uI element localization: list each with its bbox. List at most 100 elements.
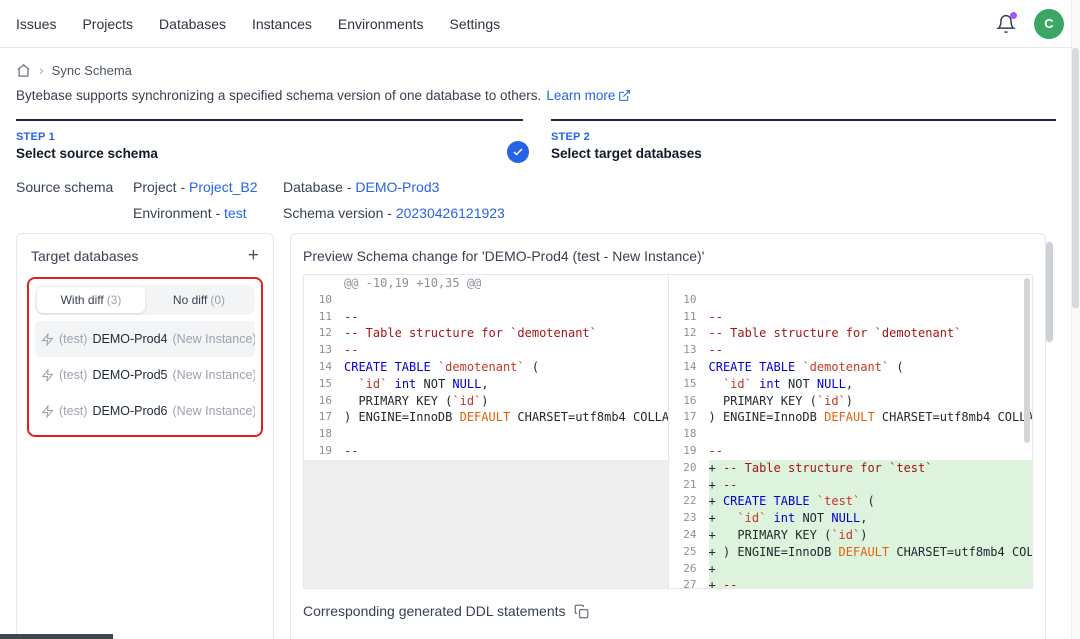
tab-no-diff[interactable]: No diff(0) [145, 287, 253, 313]
instance-icon [41, 369, 54, 382]
code-content: + `id` int NOT NULL, [709, 510, 1033, 527]
source-schema-label: Source schema [16, 179, 133, 221]
target-database-item[interactable]: (test)DEMO-Prod4(New Instance) [35, 321, 255, 357]
code-content: + -- [709, 477, 1033, 494]
code-content: -- Table structure for `demotenant` [709, 325, 1033, 342]
panel-vertical-scrollbar[interactable] [1046, 242, 1053, 342]
code-content: + CREATE TABLE `test` ( [709, 493, 1033, 510]
diff-line: 19-- [669, 443, 1033, 460]
project-link[interactable]: Project_B2 [189, 179, 257, 195]
schema-version-link[interactable]: 20230426121923 [396, 205, 505, 221]
step-2-label: STEP 2 [551, 131, 1056, 143]
stepper: STEP 1 Select source schema STEP 2 Selec… [16, 119, 1056, 161]
schema-version-key: Schema version - [283, 205, 392, 221]
step-1-title: Select source schema [16, 146, 523, 161]
instance-icon [41, 333, 54, 346]
line-number: 12 [669, 325, 709, 342]
code-content: + ) ENGINE=InnoDB DEFAULT CHARSET=utf8mb… [709, 544, 1033, 561]
target-name: DEMO-Prod4 [92, 332, 167, 346]
tab-label: No diff [173, 293, 207, 307]
nav-item-environments[interactable]: Environments [338, 16, 424, 32]
copy-icon[interactable] [574, 604, 589, 619]
diff-filter-tabs: With diff(3)No diff(0) [35, 285, 255, 315]
diff-collapsed-region [304, 460, 668, 588]
code-content: -- [709, 309, 1033, 326]
nav-item-instances[interactable]: Instances [252, 16, 312, 32]
database-link[interactable]: DEMO-Prod3 [355, 179, 439, 195]
diff-line-added: 22+ CREATE TABLE `test` ( [669, 493, 1033, 510]
diff-line: 16 PRIMARY KEY (`id`) [304, 393, 668, 410]
page-vertical-scrollbar[interactable] [1072, 48, 1079, 308]
code-content [709, 426, 1033, 443]
target-database-item[interactable]: (test)DEMO-Prod6(New Instance) [35, 393, 255, 429]
diff-hunk-header: @@ -10,19 +10,35 @@ [304, 275, 668, 292]
learn-more-label: Learn more [546, 88, 615, 103]
diff-line-added: 23+ `id` int NOT NULL, [669, 510, 1033, 527]
line-number: 18 [304, 426, 344, 443]
line-number: 16 [669, 393, 709, 410]
code-content: -- [344, 443, 668, 460]
target-databases-header: Target databases + [27, 244, 263, 267]
schema-preview-panel: Preview Schema change for 'DEMO-Prod4 (t… [290, 233, 1046, 639]
diff-line: 12-- Table structure for `demotenant` [669, 325, 1033, 342]
avatar[interactable]: C [1034, 9, 1064, 39]
line-number: 24 [669, 527, 709, 544]
line-number: 19 [304, 443, 344, 460]
environment-key: Environment - [133, 205, 220, 221]
target-suffix: (New Instance) [173, 368, 255, 382]
project-field: Project - Project_B2 [133, 179, 283, 195]
target-name: DEMO-Prod6 [92, 404, 167, 418]
line-number: 21 [669, 477, 709, 494]
diff-pane-original: @@ -10,19 +10,35 @@1011--12-- Table stru… [304, 275, 668, 588]
home-icon[interactable] [16, 63, 31, 78]
diff-line: 11-- [304, 309, 668, 326]
page-horizontal-scrollbar[interactable] [0, 634, 113, 639]
diff-line: 17) ENGINE=InnoDB DEFAULT CHARSET=utf8mb… [669, 409, 1033, 426]
line-number: 15 [669, 376, 709, 393]
line-number: 20 [669, 460, 709, 477]
line-number: 22 [669, 493, 709, 510]
code-content: + [709, 561, 1033, 578]
target-database-item[interactable]: (test)DEMO-Prod5(New Instance) [35, 357, 255, 393]
code-content: @@ -10,19 +10,35 @@ [344, 275, 668, 292]
line-number: 14 [669, 359, 709, 376]
main-nav: Issues Projects Databases Instances Environm… [16, 16, 500, 32]
nav-item-databases[interactable]: Databases [159, 16, 226, 32]
line-number: 16 [304, 393, 344, 410]
diff-editor[interactable]: @@ -10,19 +10,35 @@1011--12-- Table stru… [303, 274, 1033, 589]
nav-item-projects[interactable]: Projects [82, 16, 133, 32]
code-content: + PRIMARY KEY (`id`) [709, 527, 1033, 544]
code-content: CREATE TABLE `demotenant` ( [709, 359, 1033, 376]
notifications-button[interactable] [996, 14, 1016, 34]
target-env: (test) [59, 332, 87, 346]
environment-link[interactable]: test [224, 205, 247, 221]
code-content: ) ENGINE=InnoDB DEFAULT CHARSET=utf8mb4 … [709, 409, 1033, 426]
code-content: PRIMARY KEY (`id`) [344, 393, 668, 410]
tab-with-diff[interactable]: With diff(3) [37, 287, 145, 313]
line-number: 25 [669, 544, 709, 561]
nav-item-issues[interactable]: Issues [16, 16, 56, 32]
breadcrumb-page: Sync Schema [52, 63, 132, 78]
step-1-label: STEP 1 [16, 131, 523, 143]
code-content: `id` int NOT NULL, [709, 376, 1033, 393]
target-suffix: (New Instance) [173, 404, 255, 418]
add-target-database-button[interactable]: + [248, 246, 259, 265]
line-number: 26 [669, 561, 709, 578]
notification-dot [1010, 12, 1017, 19]
nav-item-settings[interactable]: Settings [450, 16, 501, 32]
step-2: STEP 2 Select target databases [551, 119, 1056, 161]
target-databases-panel: Target databases + With diff(3)No diff(0… [16, 233, 274, 639]
code-content [709, 292, 1033, 309]
editor-vertical-scrollbar[interactable] [1024, 278, 1030, 443]
diff-line-added: 26+ [669, 561, 1033, 578]
learn-more-link[interactable]: Learn more [546, 88, 631, 103]
source-schema-col-1: Project - Project_B2 Environment - test [133, 179, 283, 221]
line-number: 10 [669, 292, 709, 309]
project-key: Project - [133, 179, 185, 195]
top-nav: Issues Projects Databases Instances Environm… [0, 0, 1080, 48]
diff-line-added: 24+ PRIMARY KEY (`id`) [669, 527, 1033, 544]
code-content: + -- [709, 577, 1033, 588]
target-database-list: (test)DEMO-Prod4(New Instance)(test)DEMO… [35, 321, 255, 429]
main-content: Target databases + With diff(3)No diff(0… [16, 233, 1046, 639]
diff-line: 18 [304, 426, 668, 443]
